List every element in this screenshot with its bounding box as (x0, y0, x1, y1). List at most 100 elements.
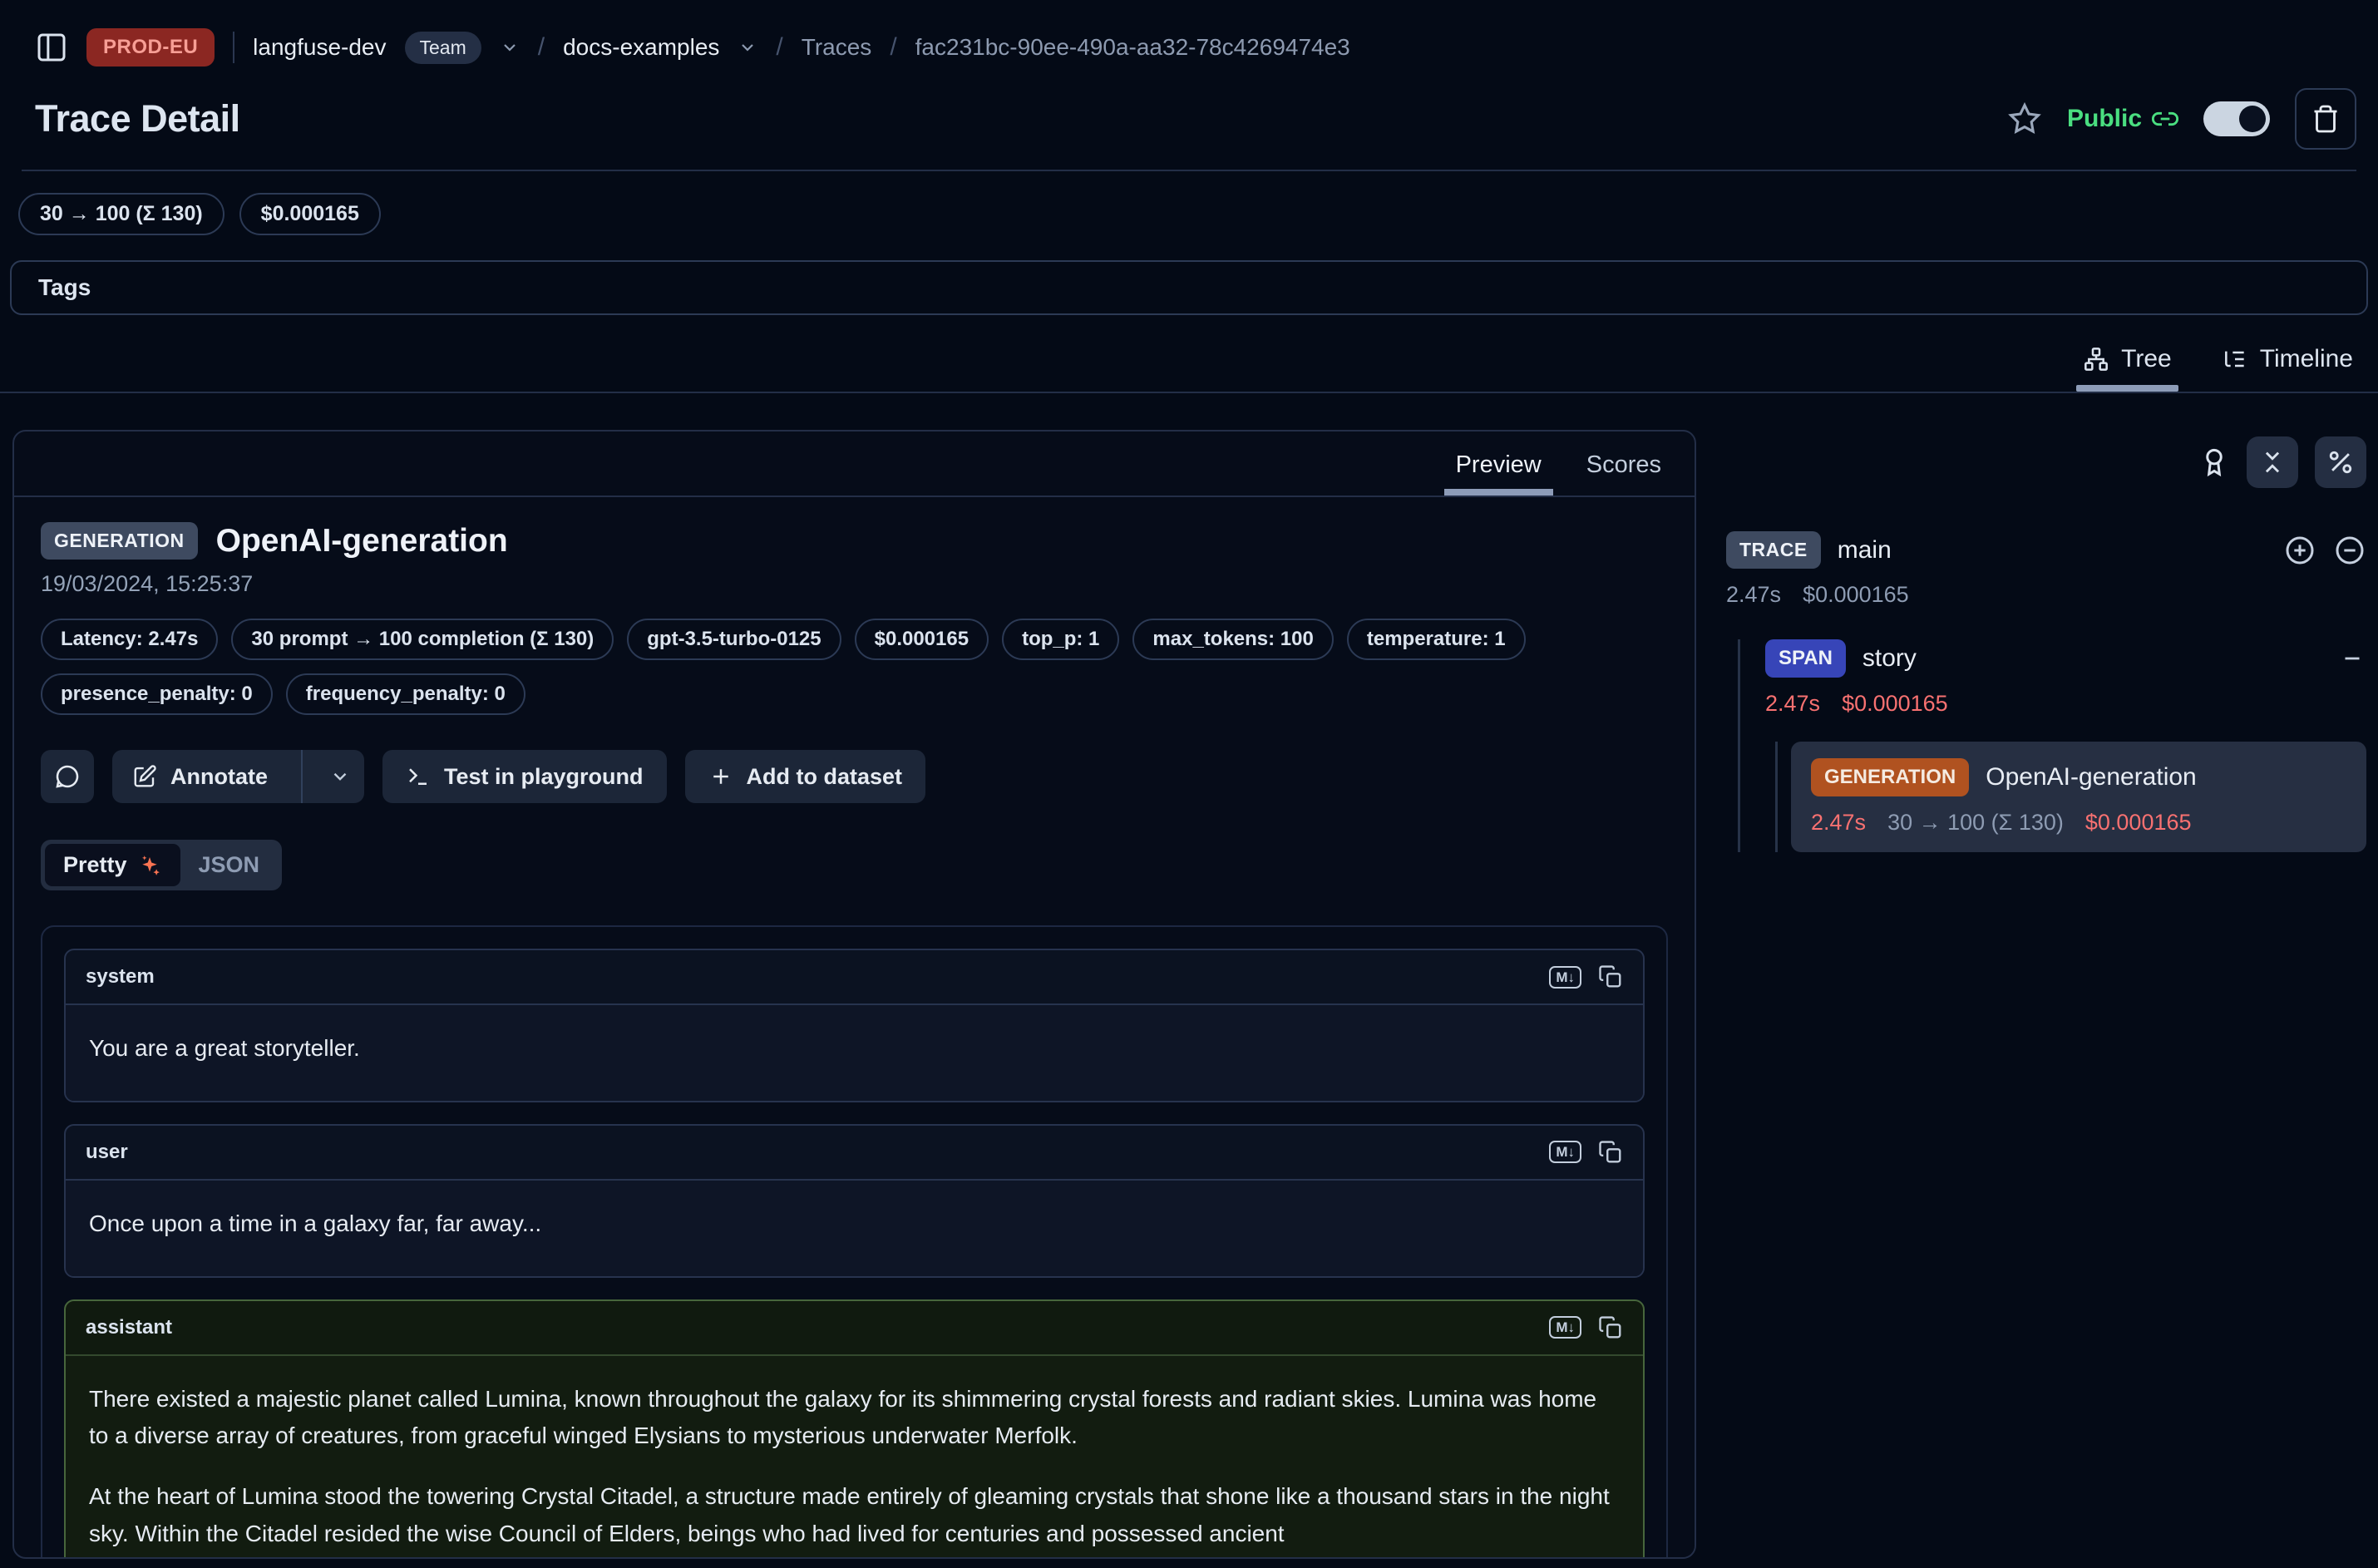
markdown-toggle-icon[interactable]: M↓ (1549, 1316, 1581, 1339)
tree-toolbar (1726, 436, 2366, 488)
temperature-badge[interactable]: temperature: 1 (1347, 619, 1526, 660)
message-content: You are a great storyteller. (66, 1003, 1643, 1101)
annotate-dropdown[interactable] (316, 750, 364, 803)
collapse-all-button[interactable] (2247, 436, 2298, 488)
divider (0, 392, 2378, 393)
panel-tabs: Preview Scores (14, 431, 1695, 497)
format-toggle: Pretty JSON (41, 840, 282, 890)
message-header: user M↓ (66, 1126, 1643, 1179)
chevron-down-icon (329, 766, 351, 787)
sparkles-icon (137, 853, 162, 878)
trace-metrics: 2.47s $0.000165 (1726, 582, 2366, 608)
message-content: There existed a majestic planet called L… (66, 1354, 1643, 1559)
latency-badge[interactable]: Latency: 2.47s (41, 619, 218, 660)
top-p-badge[interactable]: top_p: 1 (1002, 619, 1119, 660)
generation-tokens: 30 → 100 (Σ 130) (1887, 810, 2064, 836)
markdown-toggle-icon[interactable]: M↓ (1549, 966, 1581, 989)
tab-scores[interactable]: Scores (1586, 451, 1661, 496)
expand-all-icon[interactable] (2283, 534, 2316, 567)
message-user: user M↓ Once upon a time in a galaxy far… (64, 1124, 1645, 1278)
tree-node-trace[interactable]: TRACE main 2.47s $0.000165 (1726, 531, 2366, 608)
tree-children: SPAN story 2.47s $0.000165 GENERATION (1738, 639, 2366, 852)
generation-cost: $0.000165 (2085, 810, 2192, 836)
copy-icon[interactable] (1598, 1315, 1623, 1340)
observation-header: GENERATION OpenAI-generation (41, 522, 1668, 560)
cost-badge[interactable]: $0.000165 (239, 193, 381, 235)
chevron-down-icon[interactable] (500, 37, 520, 57)
metrics-percent-button[interactable] (2315, 436, 2366, 488)
trace-cost: $0.000165 (1803, 582, 1909, 608)
max-tokens-badge[interactable]: max_tokens: 100 (1132, 619, 1333, 660)
observation-metadata-row: presence_penalty: 0 frequency_penalty: 0 (41, 673, 1668, 715)
token-usage-badge[interactable]: 30 → 100 (Σ 130) (18, 193, 224, 235)
message-tools: M↓ (1549, 1140, 1623, 1165)
message-text: You are a great storyteller. (89, 1030, 1620, 1068)
collapse-node-icon[interactable] (2338, 644, 2366, 673)
tree-node-header: SPAN story (1765, 639, 2366, 678)
format-pretty[interactable]: Pretty (45, 844, 180, 886)
active-tab-indicator (1444, 489, 1553, 496)
tree-node-header: GENERATION OpenAI-generation (1811, 758, 2346, 796)
annotate-button[interactable]: Annotate (112, 750, 364, 803)
frequency-penalty-badge[interactable]: frequency_penalty: 0 (286, 673, 525, 715)
divider (301, 750, 303, 803)
add-to-dataset-button[interactable]: Add to dataset (685, 750, 926, 803)
chevron-down-icon[interactable] (738, 37, 757, 57)
playground-label: Test in playground (444, 764, 644, 790)
presence-penalty-badge[interactable]: presence_penalty: 0 (41, 673, 273, 715)
markdown-toggle-icon[interactable]: M↓ (1549, 1141, 1581, 1163)
message-header: assistant M↓ (66, 1301, 1643, 1354)
link-icon (2152, 106, 2178, 132)
annotate-label: Annotate (170, 764, 268, 790)
breadcrumb-project[interactable]: docs-examples (563, 34, 719, 61)
observation-type-badge: GENERATION (41, 522, 198, 560)
tags-section[interactable]: Tags (10, 260, 2368, 315)
trace-tree-panel: TRACE main 2.47s $0.000165 SPAN story (1726, 430, 2366, 1561)
token-usage-badge[interactable]: 30 prompt → 100 completion (Σ 130) (231, 619, 614, 660)
model-badge[interactable]: gpt-3.5-turbo-0125 (627, 619, 841, 660)
scores-award-icon[interactable] (2198, 446, 2230, 478)
sidebar-toggle-icon[interactable] (35, 31, 68, 64)
collapse-all-icon[interactable] (2333, 534, 2366, 567)
breadcrumb-section[interactable]: Traces (802, 34, 872, 61)
copy-icon[interactable] (1598, 964, 1623, 989)
breadcrumb-separator: / (776, 33, 782, 62)
tab-timeline[interactable]: Timeline (2222, 345, 2353, 392)
tree-node-generation-selected[interactable]: GENERATION OpenAI-generation 2.47s 30 → … (1791, 742, 2366, 852)
trace-name: main (1838, 536, 1892, 565)
public-toggle[interactable] (2203, 101, 2270, 136)
copy-icon[interactable] (1598, 1140, 1623, 1165)
tab-tree[interactable]: Tree (2083, 345, 2172, 392)
generation-latency: 2.47s (1811, 810, 1866, 836)
tree-node-span[interactable]: SPAN story 2.47s $0.000165 (1765, 639, 2366, 717)
format-json[interactable]: JSON (180, 844, 279, 886)
message-tools: M↓ (1549, 964, 1623, 989)
observation-panel: Preview Scores GENERATION OpenAI-generat… (12, 430, 1696, 1559)
tab-timeline-label: Timeline (2260, 345, 2353, 373)
delete-trace-button[interactable] (2295, 88, 2356, 150)
action-buttons: Annotate Test in playground Add to data (41, 750, 1668, 803)
public-link[interactable]: Public (2067, 105, 2178, 133)
cost-badge[interactable]: $0.000165 (855, 619, 989, 660)
trace-detail-page: PROD-EU langfuse-dev Team / docs-example… (0, 0, 2378, 1568)
breadcrumb-org[interactable]: langfuse-dev (253, 34, 386, 61)
org-type-badge: Team (405, 32, 481, 64)
tab-preview-label: Preview (1456, 451, 1542, 478)
annotate-main[interactable]: Annotate (112, 750, 288, 803)
page-title: Trace Detail (35, 97, 240, 141)
trace-summary: 30 → 100 (Σ 130) $0.000165 (0, 171, 2378, 235)
message-role: assistant (86, 1316, 172, 1339)
test-in-playground-button[interactable]: Test in playground (382, 750, 667, 803)
trace-badge: TRACE (1726, 531, 1821, 569)
breadcrumb-separator: / (538, 33, 545, 62)
toggle-knob (2239, 106, 2266, 132)
star-icon[interactable] (2007, 101, 2042, 136)
tab-preview[interactable]: Preview (1456, 451, 1542, 496)
generation-badge: GENERATION (1811, 758, 1969, 796)
span-name: story (1862, 644, 1917, 673)
environment-badge[interactable]: PROD-EU (86, 28, 215, 67)
observation-name: OpenAI-generation (216, 523, 508, 560)
trash-icon (2311, 104, 2341, 134)
comments-button[interactable] (41, 750, 94, 803)
timeline-icon (2222, 346, 2248, 372)
